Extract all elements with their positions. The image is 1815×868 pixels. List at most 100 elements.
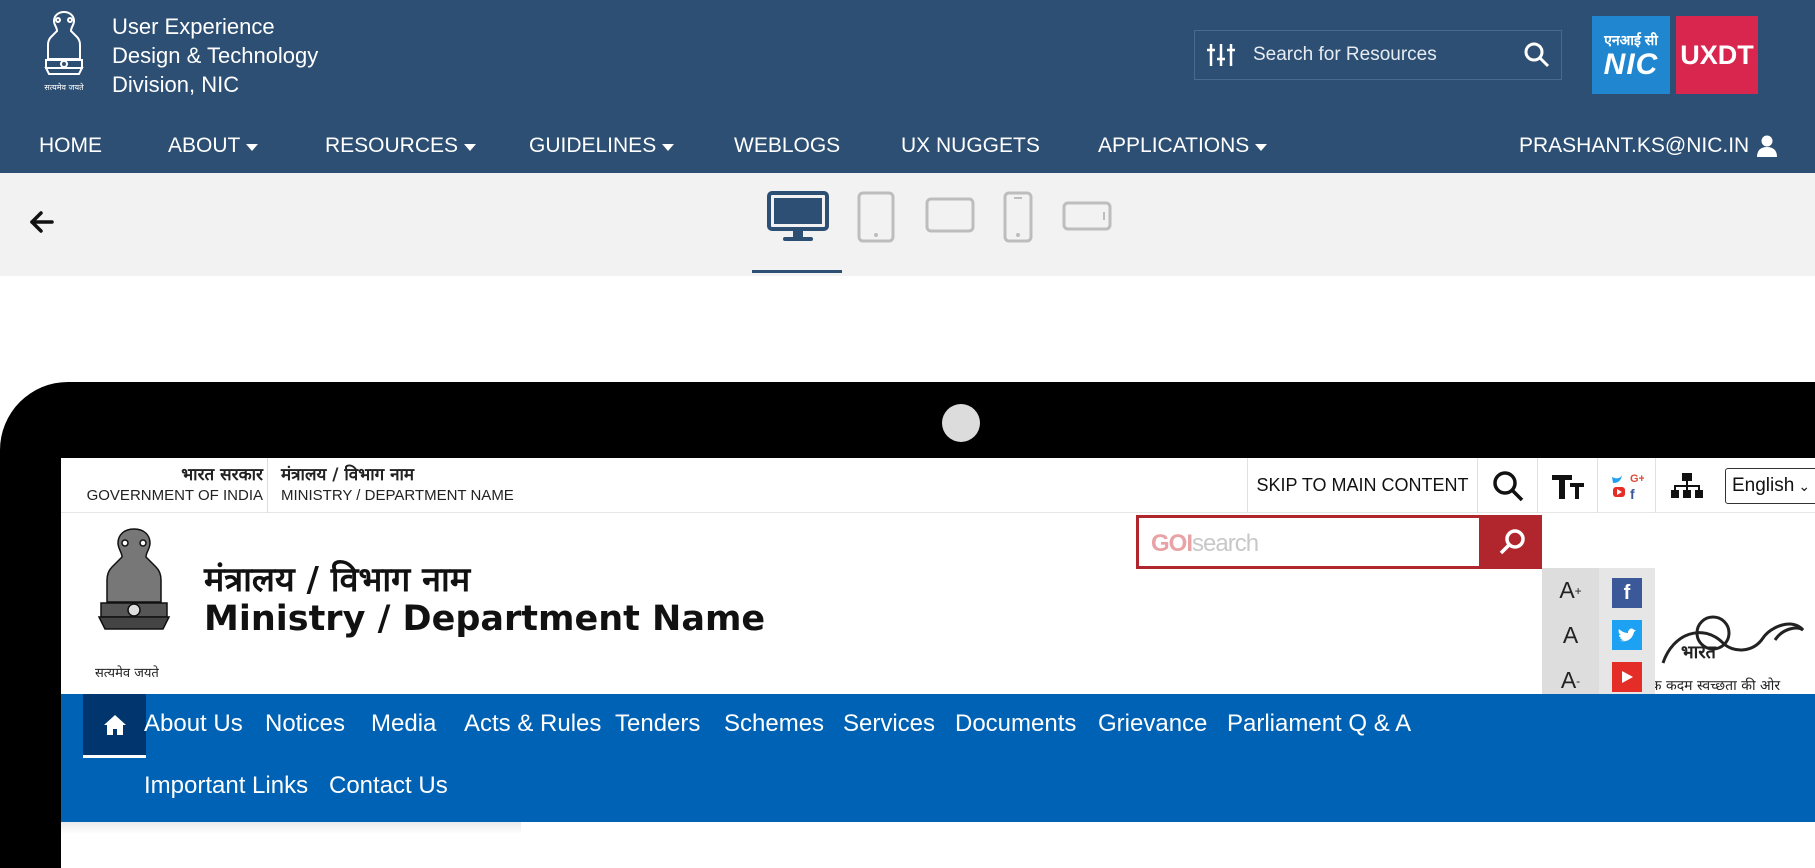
ministry-small[interactable]: मंत्रालय / विभाग नाम MINISTRY / DEPARTME… xyxy=(281,462,514,504)
home-icon xyxy=(103,714,126,735)
menu-contact-us[interactable]: Contact Us xyxy=(329,772,448,800)
mobile-landscape-icon[interactable] xyxy=(1062,201,1112,231)
caret-down-icon xyxy=(246,143,259,151)
menu-parliament-qa[interactable]: Parliament Q & A xyxy=(1227,710,1411,738)
svg-text:G+: G+ xyxy=(1630,473,1644,485)
nav-item-user[interactable]: PRASHANT.KS@NIC.IN xyxy=(1519,134,1778,158)
sitemap-link[interactable] xyxy=(1655,458,1717,513)
menu-home[interactable] xyxy=(83,694,146,758)
site-header: सत्यमेव जयते User Experience Design & Te… xyxy=(0,0,1815,173)
nav-item-weblogs[interactable]: WEBLOGS xyxy=(734,134,840,158)
nav-item-applications[interactable]: APPLICATIONS xyxy=(1098,134,1268,158)
user-email: PRASHANT.KS@NIC.IN xyxy=(1519,134,1750,157)
nav-item-resources[interactable]: RESOURCES xyxy=(325,134,477,158)
emblem-caption: सत्यमेव जयते xyxy=(44,82,84,92)
menu-grievance[interactable]: Grievance xyxy=(1098,710,1207,738)
desktop-icon[interactable] xyxy=(767,191,829,243)
nav-weblogs-label: WEBLOGS xyxy=(734,134,841,157)
preview-main-menu: About Us Notices Media Acts & Rules Tend… xyxy=(61,694,1815,822)
text-size-icon xyxy=(1551,474,1584,499)
youtube-icon[interactable] xyxy=(1612,662,1642,692)
tablet-landscape-icon[interactable] xyxy=(925,197,975,233)
brand-line-1: User Experience xyxy=(112,14,275,39)
camera-icon xyxy=(942,404,980,442)
font-size-toggle[interactable] xyxy=(1537,458,1597,513)
menu-media[interactable]: Media xyxy=(371,710,436,738)
font-normal-button[interactable]: A xyxy=(1542,613,1599,658)
language-selected: English xyxy=(1732,475,1795,496)
nic-logo-english: NIC xyxy=(1603,47,1659,81)
nav-ux-nuggets-label: UX NUGGETS xyxy=(901,134,1040,157)
language-select[interactable]: English ⌄ xyxy=(1725,468,1815,504)
main-navigation: HOME ABOUT RESOURCES GUIDELINES WEBLOGS … xyxy=(0,122,1815,170)
goi-search-input[interactable]: GOIsearch xyxy=(1136,515,1482,569)
menu-documents[interactable]: Documents xyxy=(955,710,1076,738)
national-emblem-icon: सत्यमेव जयते xyxy=(44,10,84,92)
preview-header: सत्यमेव जयते मंत्रालय / विभाग नाम Minist… xyxy=(61,513,1815,748)
goi-search-text: search xyxy=(1192,530,1259,557)
caret-down-icon xyxy=(1255,143,1268,151)
caret-down-icon xyxy=(464,143,477,151)
user-icon xyxy=(1757,135,1778,157)
gov-english: GOVERNMENT OF INDIA xyxy=(86,487,263,504)
brand[interactable]: सत्यमेव जयते User Experience Design & Te… xyxy=(36,6,318,99)
preview-screen: भारत सरकार GOVERNMENT OF INDIA मंत्रालय … xyxy=(61,458,1815,868)
search-icon xyxy=(1499,529,1525,555)
font-increase-button[interactable]: A + xyxy=(1542,568,1599,613)
uxdt-logo[interactable]: UXDT xyxy=(1676,16,1758,94)
skip-to-main-content[interactable]: SKIP TO MAIN CONTENT xyxy=(1247,458,1477,513)
search-toggle[interactable] xyxy=(1477,458,1537,513)
resource-search xyxy=(1194,30,1562,80)
search-icon xyxy=(1492,470,1523,501)
filter-sliders-icon[interactable] xyxy=(1195,31,1247,79)
nav-applications-label: APPLICATIONS xyxy=(1098,134,1250,157)
nav-item-guidelines[interactable]: GUIDELINES xyxy=(529,134,675,158)
brand-line-3: Division, NIC xyxy=(112,72,240,97)
menu-tenders[interactable]: Tenders xyxy=(615,710,700,738)
goi-search-prefix: GOI xyxy=(1151,530,1193,557)
brand-title: User Experience Design & Technology Divi… xyxy=(112,12,318,99)
active-device-indicator xyxy=(752,270,842,273)
nav-guidelines-label: GUIDELINES xyxy=(529,134,657,157)
national-emblem-icon xyxy=(97,528,171,630)
resource-search-input[interactable] xyxy=(1247,35,1513,75)
menu-schemes[interactable]: Schemes xyxy=(724,710,824,738)
nav-item-about[interactable]: ABOUT xyxy=(168,134,259,158)
back-arrow-icon[interactable] xyxy=(28,208,56,236)
tablet-portrait-icon[interactable] xyxy=(857,191,895,243)
gov-hindi: भारत सरकार xyxy=(181,465,263,485)
ministry-small-hindi: मंत्रालय / विभाग नाम xyxy=(281,465,415,485)
goi-search-button[interactable] xyxy=(1482,515,1542,569)
gov-of-india[interactable]: भारत सरकार GOVERNMENT OF INDIA xyxy=(61,462,263,504)
nav-resources-label: RESOURCES xyxy=(325,134,459,157)
ministry-name-english: Ministry / Department Name xyxy=(204,599,766,639)
svg-text:f: f xyxy=(1630,486,1635,501)
brand-line-2: Design & Technology xyxy=(112,43,319,68)
sitemap-icon xyxy=(1670,472,1703,498)
menu-about-us[interactable]: About Us xyxy=(144,710,243,738)
nic-logo[interactable]: एनआई सी NIC xyxy=(1592,16,1670,94)
menu-acts-rules[interactable]: Acts & Rules xyxy=(464,710,601,738)
emblem-caption: सत्यमेव जयते xyxy=(95,666,159,681)
device-toolbar xyxy=(0,173,1815,276)
menu-important-links[interactable]: Important Links xyxy=(144,772,308,800)
caret-down-icon xyxy=(662,143,675,151)
search-icon[interactable] xyxy=(1513,31,1561,79)
nav-item-ux-nuggets[interactable]: UX NUGGETS xyxy=(901,134,1040,158)
social-toggle[interactable]: G+ f xyxy=(1597,458,1655,513)
swachh-text: भारत xyxy=(1681,642,1717,663)
menu-services[interactable]: Services xyxy=(843,710,935,738)
nav-about-label: ABOUT xyxy=(168,134,241,157)
chevron-down-icon: ⌄ xyxy=(1798,477,1811,494)
facebook-icon[interactable]: f xyxy=(1612,578,1642,608)
menu-notices[interactable]: Notices xyxy=(265,710,345,738)
nav-home-label: HOME xyxy=(39,134,102,157)
ministry-name-hindi: मंत्रालय / विभाग नाम xyxy=(204,560,471,600)
divider xyxy=(267,458,268,513)
gov-bar: भारत सरकार GOVERNMENT OF INDIA मंत्रालय … xyxy=(61,458,1815,513)
mobile-portrait-icon[interactable] xyxy=(1003,191,1033,243)
nic-logo-hindi: एनआई सी xyxy=(1604,31,1658,48)
ministry-small-english: MINISTRY / DEPARTMENT NAME xyxy=(281,487,514,504)
twitter-icon[interactable] xyxy=(1612,620,1642,650)
nav-item-home[interactable]: HOME xyxy=(39,134,102,158)
